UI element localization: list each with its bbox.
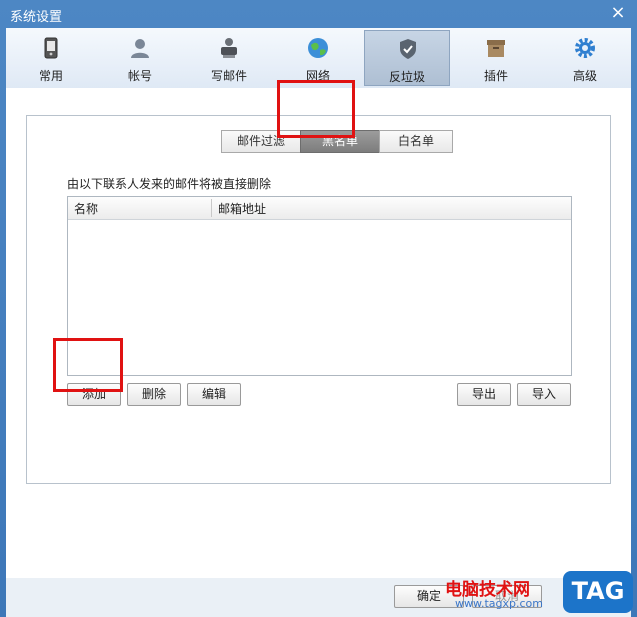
watermark-badge-text: TAG (571, 577, 625, 605)
tab-network[interactable]: 网络 (275, 30, 361, 86)
tab-compose[interactable]: 写邮件 (186, 30, 272, 86)
user-icon (131, 39, 149, 58)
table-header: 名称 邮箱地址 (68, 197, 571, 220)
globe-icon (308, 38, 328, 58)
tab-account[interactable]: 帐号 (97, 30, 183, 86)
add-button[interactable]: 添加 (67, 383, 121, 406)
tab-plugins[interactable]: 插件 (453, 30, 539, 86)
subtab-whitelist[interactable]: 白名单 (379, 130, 453, 153)
tab-antispam-label: 反垃圾 (388, 70, 425, 84)
watermark-badge: TAG (563, 571, 633, 613)
tab-compose-label: 写邮件 (210, 69, 247, 83)
title-bar: 系统设置 × (0, 0, 637, 28)
close-icon[interactable]: × (609, 4, 627, 22)
gear-icon (575, 38, 595, 58)
settings-toolbar: 常用 帐号 写邮件 网络 反垃圾 插件 高级 (6, 28, 631, 89)
blacklist-description: 由以下联系人发来的邮件将被直接删除 (67, 177, 272, 191)
column-divider[interactable] (211, 199, 212, 217)
tab-advanced[interactable]: 高级 (542, 30, 628, 86)
tab-common[interactable]: 常用 (8, 30, 94, 86)
column-email[interactable]: 邮箱地址 (218, 200, 266, 217)
tab-common-label: 常用 (38, 69, 63, 83)
shield-icon (400, 39, 416, 59)
tab-antispam[interactable]: 反垃圾 (364, 30, 450, 86)
export-button[interactable]: 导出 (457, 383, 511, 406)
tab-advanced-label: 高级 (572, 69, 597, 83)
watermark-url: www.tagxp.com (455, 597, 543, 610)
phone-icon (44, 37, 58, 59)
delete-button[interactable]: 删除 (127, 383, 181, 406)
settings-window: 系统设置 × 常用 帐号 写邮件 网络 反垃圾 插件 高级 邮件过滤 黑名单 白… (0, 0, 637, 617)
subtab-blacklist[interactable]: 黑名单 (300, 130, 380, 153)
column-name[interactable]: 名称 (74, 200, 98, 217)
blacklist-table[interactable]: 名称 邮箱地址 (67, 196, 572, 376)
window-title: 系统设置 (10, 10, 63, 25)
import-button[interactable]: 导入 (517, 383, 571, 406)
box-icon (487, 40, 505, 57)
antispam-panel: 邮件过滤 黑名单 白名单 由以下联系人发来的邮件将被直接删除 名称 邮箱地址 添… (26, 115, 611, 484)
content-area: 邮件过滤 黑名单 白名单 由以下联系人发来的邮件将被直接删除 名称 邮箱地址 添… (6, 88, 631, 578)
writer-icon (221, 38, 237, 58)
tab-plugins-label: 插件 (483, 69, 508, 83)
tab-network-label: 网络 (305, 69, 330, 83)
tab-account-label: 帐号 (127, 69, 152, 83)
edit-button[interactable]: 编辑 (187, 383, 241, 406)
watermark: 电脑技术网 www.tagxp.com TAG (437, 567, 637, 617)
subtab-filter[interactable]: 邮件过滤 (221, 130, 301, 153)
